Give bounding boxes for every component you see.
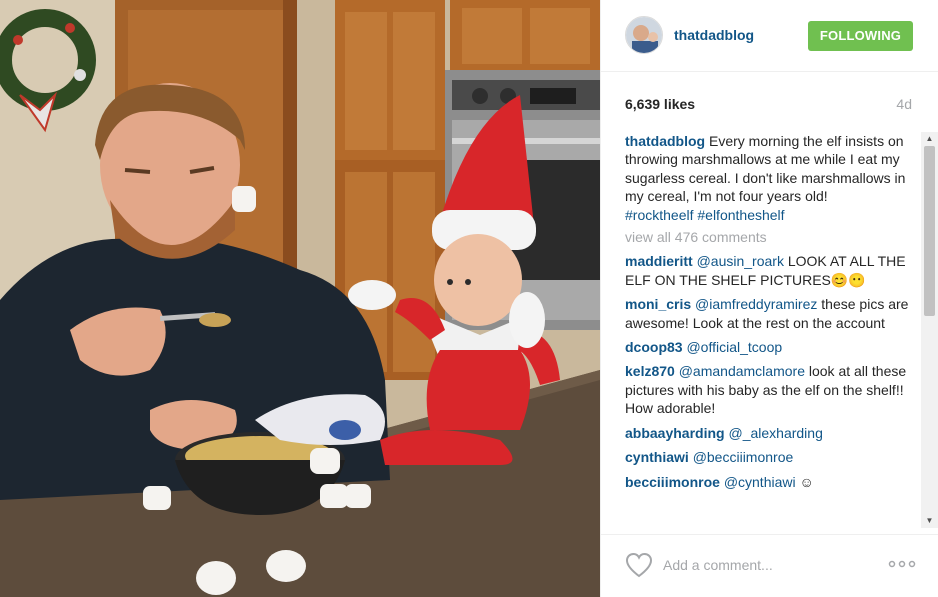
post-sidebar: thatdadblog FOLLOWING 6,639 likes 4d tha… bbox=[600, 0, 938, 597]
comment-username[interactable]: becciiimonroe bbox=[625, 474, 720, 490]
post-photo[interactable] bbox=[0, 0, 600, 597]
list-item: maddieritt @ausin_roark LOOK AT ALL THE … bbox=[625, 252, 915, 289]
caption: thatdadblog Every morning the elf insist… bbox=[625, 132, 915, 224]
comment-mention[interactable]: @iamfreddyramirez bbox=[695, 296, 817, 312]
avatar[interactable] bbox=[625, 16, 663, 54]
add-comment-input[interactable] bbox=[663, 555, 873, 575]
comment-username[interactable]: abbaayharding bbox=[625, 425, 725, 441]
list-item: cynthiawi @becciiimonroe bbox=[625, 448, 915, 466]
comment-mention[interactable]: @ausin_roark bbox=[697, 253, 784, 269]
heart-icon[interactable] bbox=[625, 552, 653, 578]
comment-mention[interactable]: @_alexharding bbox=[728, 425, 822, 441]
comment-mention[interactable]: @cynthiawi bbox=[724, 474, 796, 490]
comment-mention[interactable]: @amandamclamore bbox=[679, 363, 805, 379]
scroll-up-arrow-icon[interactable]: ▲ bbox=[921, 132, 938, 146]
list-item: abbaayharding @_alexharding bbox=[625, 424, 915, 442]
following-button[interactable]: FOLLOWING bbox=[808, 21, 913, 51]
comment-mention[interactable]: @becciiimonroe bbox=[693, 449, 794, 465]
more-options-icon[interactable] bbox=[887, 557, 917, 571]
list-item: becciiimonroe @cynthiawi ☺ bbox=[625, 473, 915, 491]
comment-username[interactable]: dcoop83 bbox=[625, 339, 683, 355]
caption-username[interactable]: thatdadblog bbox=[625, 133, 705, 149]
post-header: thatdadblog FOLLOWING bbox=[601, 0, 938, 72]
post-age[interactable]: 4d bbox=[896, 96, 912, 112]
comments-scrollbar[interactable]: ▲ ▼ bbox=[921, 132, 938, 528]
post-footer bbox=[601, 534, 938, 597]
comment-username[interactable]: cynthiawi bbox=[625, 449, 689, 465]
list-item: kelz870 @amandamclamore look at all thes… bbox=[625, 362, 915, 417]
comment-username[interactable]: kelz870 bbox=[625, 363, 675, 379]
username-link[interactable]: thatdadblog bbox=[674, 27, 754, 43]
comment-username[interactable]: moni_cris bbox=[625, 296, 691, 312]
comments-list: thatdadblog Every morning the elf insist… bbox=[625, 132, 915, 528]
caption-hashtags: #rocktheelf #elfontheshelf bbox=[625, 206, 915, 224]
likes-count[interactable]: 6,639 likes bbox=[625, 96, 695, 112]
comment-text: ☺ bbox=[799, 473, 814, 490]
comment-username[interactable]: maddieritt bbox=[625, 253, 693, 269]
hashtag-links[interactable]: #rocktheelf #elfontheshelf bbox=[625, 207, 785, 223]
photo-illustration bbox=[0, 0, 600, 597]
comment-mention[interactable]: @official_tcoop bbox=[686, 339, 782, 355]
view-all-comments-link[interactable]: view all 476 comments bbox=[625, 228, 915, 246]
post-meta: 6,639 likes 4d bbox=[601, 72, 938, 128]
list-item: dcoop83 @official_tcoop bbox=[625, 338, 915, 356]
scroll-down-arrow-icon[interactable]: ▼ bbox=[921, 514, 938, 528]
scroll-thumb[interactable] bbox=[924, 146, 935, 316]
list-item: moni_cris @iamfreddyramirez these pics a… bbox=[625, 295, 915, 332]
